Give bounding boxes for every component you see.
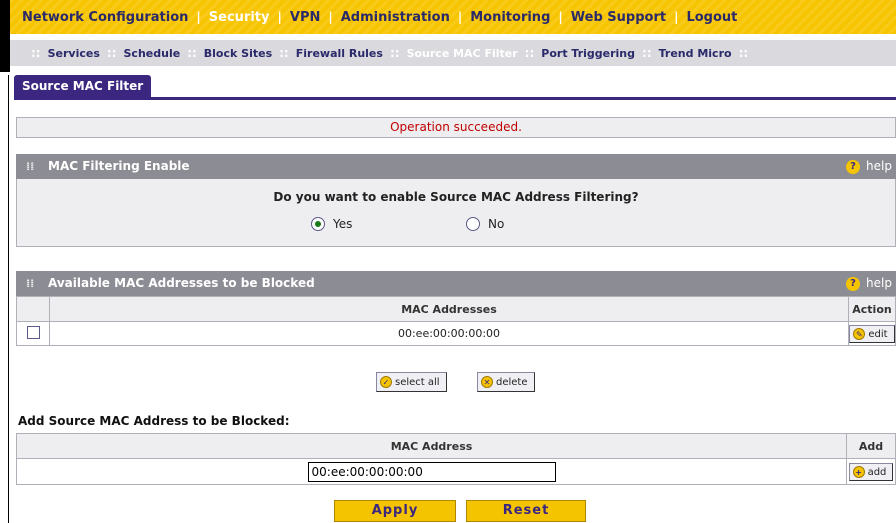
help-label: help — [866, 159, 892, 173]
mac-addresses-column-header: MAC Addresses — [49, 296, 849, 322]
mac-address-input[interactable] — [307, 461, 556, 482]
table-row: 00:ee:00:00:00:00 ✎ edit — [16, 321, 896, 346]
status-message: Operation succeeded. — [16, 117, 896, 138]
add-button[interactable]: + add — [848, 462, 894, 481]
available-macs-table: MAC Addresses Action 00:ee:00:00:00:00 ✎… — [16, 296, 896, 346]
radio-no-label: No — [488, 216, 505, 231]
table-row: +add — [16, 458, 896, 485]
sub-nav-bullet: :: — [106, 46, 117, 60]
nav-separator: | — [328, 10, 333, 24]
table-header-row: MAC Address Add — [16, 433, 896, 459]
tab-source-mac-filter[interactable]: Source MAC Filter — [14, 75, 152, 97]
sub-nav-bullet: :: — [279, 46, 289, 60]
help-label: help — [866, 276, 892, 290]
radio-yes[interactable] — [311, 216, 325, 231]
top-nav-logout[interactable]: Logout — [686, 10, 737, 25]
sub-nav-bullet: :: — [642, 46, 652, 60]
mac-address-column-header: MAC Address — [16, 433, 847, 459]
sub-nav-bullet: :: — [524, 46, 535, 60]
radio-yes-option[interactable]: Yes — [311, 216, 352, 231]
add-column-header: Add — [846, 433, 896, 459]
sub-navigation: :: Services :: Schedule :: Block Sites :… — [0, 34, 896, 72]
add-label: add — [867, 466, 887, 478]
enable-question: Do you want to enable Source MAC Address… — [273, 190, 639, 204]
delete-button[interactable]: ✕ delete — [477, 372, 535, 392]
tab-underline — [14, 97, 896, 100]
select-all-button[interactable]: ✓ select all — [376, 372, 447, 392]
left-border-line — [8, 75, 9, 523]
nav-separator: | — [277, 10, 282, 24]
add-mac-table: MAC Address Add +add — [16, 433, 896, 485]
sub-nav-bullet: :: — [31, 46, 41, 60]
left-edge-bar — [0, 0, 10, 34]
help-link[interactable]: ? help — [846, 271, 892, 296]
radio-yes-label: Yes — [333, 216, 353, 231]
grip-icon: ⁞⁞ — [26, 277, 35, 290]
top-nav-administration[interactable]: Administration — [341, 10, 450, 25]
edit-button[interactable]: ✎ edit — [849, 324, 895, 343]
sub-nav-firewall-rules[interactable]: Firewall Rules — [296, 47, 383, 60]
delete-label: delete — [496, 377, 528, 388]
sub-nav-bullet: :: — [187, 46, 197, 60]
top-nav-vpn[interactable]: VPN — [290, 10, 320, 25]
pencil-icon: ✎ — [853, 327, 866, 340]
sub-nav-trend-micro[interactable]: Trend Micro — [659, 47, 732, 60]
sub-nav-bullet: :: — [389, 46, 400, 60]
reset-button[interactable]: Reset — [466, 500, 586, 522]
section-title: Available MAC Addresses to be Blocked — [48, 276, 315, 290]
nav-separator: | — [558, 10, 563, 24]
sub-nav-services[interactable]: Services — [48, 47, 100, 60]
left-edge-bar — [0, 34, 10, 72]
sub-nav-bullet: :: — [738, 46, 749, 60]
top-nav-monitoring[interactable]: Monitoring — [470, 10, 550, 25]
apply-button[interactable]: Apply — [334, 500, 456, 522]
radio-no[interactable] — [466, 216, 480, 231]
help-link[interactable]: ? help — [846, 154, 892, 179]
x-circle-icon: ✕ — [481, 376, 493, 388]
row-action-cell: ✎ edit — [848, 321, 896, 346]
add-mac-title: Add Source MAC Address to be Blocked: — [18, 414, 290, 428]
sub-nav-source-mac-filter[interactable]: Source MAC Filter — [407, 47, 518, 60]
plus-icon: + — [852, 465, 865, 478]
row-mac-cell: 00:ee:00:00:00:00 — [49, 321, 849, 346]
check-icon: ✓ — [380, 376, 392, 388]
top-nav-web-support[interactable]: Web Support — [571, 10, 666, 25]
top-nav-security[interactable]: Security — [209, 10, 270, 25]
top-nav-network-configuration[interactable]: Network Configuration — [22, 10, 188, 25]
table-header-row: MAC Addresses Action — [16, 296, 896, 322]
top-navigation: Network Configuration | Security | VPN |… — [0, 0, 896, 34]
mac-filtering-enable-header: ⁞⁞ MAC Filtering Enable ? help — [16, 154, 896, 179]
nav-separator: | — [674, 10, 679, 24]
question-icon: ? — [846, 159, 861, 174]
nav-separator: | — [196, 10, 201, 24]
sub-nav-block-sites[interactable]: Block Sites — [204, 47, 272, 60]
row-select-cell — [16, 321, 50, 346]
sub-nav-port-triggering[interactable]: Port Triggering — [541, 47, 635, 60]
question-icon: ? — [846, 276, 861, 291]
edit-label: edit — [868, 328, 888, 340]
add-action-cell: + add — [846, 458, 896, 485]
action-column-header: Action — [848, 296, 896, 322]
mac-input-cell — [16, 458, 847, 485]
select-all-label: select all — [395, 377, 440, 388]
grip-icon: ⁞⁞ — [26, 160, 35, 173]
select-column-header — [16, 296, 50, 322]
available-macs-header: ⁞⁞ Available MAC Addresses to be Blocked… — [16, 271, 896, 296]
section-title: MAC Filtering Enable — [48, 159, 190, 173]
sub-nav-list: :: Services :: Schedule :: Block Sites :… — [24, 40, 755, 66]
sub-nav-schedule[interactable]: Schedule — [124, 47, 181, 60]
top-nav-list: Network Configuration | Security | VPN |… — [22, 0, 737, 34]
radio-no-option[interactable]: No — [466, 216, 504, 231]
nav-separator: | — [457, 10, 463, 24]
row-checkbox[interactable] — [26, 325, 40, 339]
